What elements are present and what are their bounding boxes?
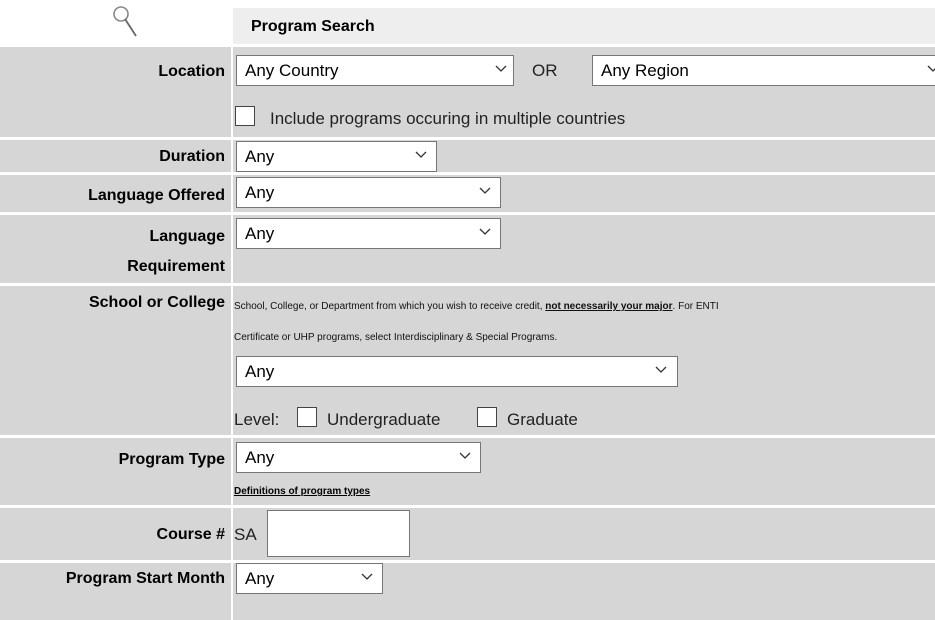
school-help-part1: School, College, or Department from whic… (234, 301, 546, 312)
magnifier-icon (113, 6, 137, 37)
chevron-down-icon (479, 187, 491, 194)
start-month-label-cell: Program Start Month (0, 563, 231, 620)
duration-label-cell: Duration (0, 140, 231, 172)
language-offered-select-value: Any (245, 183, 275, 202)
chevron-down-icon (459, 452, 471, 459)
program-type-select-value: Any (245, 448, 275, 467)
school-help-bold: not necessarily your major (545, 301, 673, 312)
chevron-down-icon (927, 65, 935, 72)
language-offered-field-cell: Any (233, 175, 935, 212)
school-help-part2: . For ENTI (672, 301, 719, 312)
language-offered-label-cell: Language Offered (0, 175, 231, 212)
start-month-field-cell: Any (233, 563, 935, 620)
multi-country-checkbox[interactable] (235, 106, 255, 126)
course-label-cell: Course # (0, 508, 231, 560)
location-field-cell: Any Country OR Any Region Include progra… (233, 47, 935, 137)
chevron-down-icon (495, 65, 507, 72)
school-label: School or College (88, 294, 225, 311)
program-type-label: Program Type (118, 451, 225, 468)
location-label: Location (158, 63, 225, 80)
language-requirement-select-value: Any (245, 224, 275, 243)
location-label-cell: Location (0, 47, 231, 137)
course-number-input[interactable] (267, 510, 410, 557)
chevron-down-icon (479, 228, 491, 235)
language-requirement-label-line2: Requirement (127, 258, 225, 275)
school-select-value: Any (245, 362, 275, 381)
language-requirement-label-cell: Language Requirement (0, 215, 231, 283)
duration-select[interactable]: Any (236, 141, 437, 172)
region-select-value: Any Region (601, 61, 689, 80)
chevron-down-icon (655, 366, 667, 373)
header-bar: Program Search (233, 8, 935, 44)
duration-select-value: Any (245, 147, 275, 166)
start-month-select-value: Any (245, 569, 275, 588)
country-select[interactable]: Any Country (236, 55, 514, 86)
undergraduate-label: Undergraduate (327, 410, 441, 429)
region-select[interactable]: Any Region (592, 55, 935, 86)
page-title: Program Search (251, 18, 375, 35)
school-select[interactable]: Any (236, 356, 678, 387)
program-types-definitions-link[interactable]: Definitions of program types (234, 485, 370, 499)
chevron-down-icon (361, 573, 373, 580)
duration-field-cell: Any (233, 140, 935, 172)
school-field-cell: School, College, or Department from whic… (233, 286, 935, 435)
multi-country-label: Include programs occuring in multiple co… (270, 109, 626, 128)
course-prefix: SA (234, 525, 257, 544)
language-offered-select[interactable]: Any (236, 177, 501, 208)
course-label: Course # (156, 526, 225, 543)
program-type-field-cell: Any Definitions of program types (233, 438, 935, 505)
or-text: OR (532, 61, 558, 80)
chevron-down-icon (415, 151, 427, 158)
school-label-cell: School or College (0, 286, 231, 435)
school-help-line1: School, College, or Department from whic… (234, 300, 719, 314)
duration-label: Duration (159, 148, 225, 165)
country-select-value: Any Country (245, 61, 339, 80)
start-month-label: Program Start Month (65, 570, 225, 587)
school-help-line2: Certificate or UHP programs, select Inte… (234, 332, 558, 343)
undergraduate-checkbox[interactable] (297, 407, 317, 427)
start-month-select[interactable]: Any (236, 563, 383, 594)
level-label: Level: (234, 410, 280, 429)
program-type-label-cell: Program Type (0, 438, 231, 505)
language-requirement-field-cell: Any (233, 215, 935, 283)
language-offered-label: Language Offered (88, 187, 225, 204)
course-field-cell: SA (233, 508, 935, 560)
program-type-select[interactable]: Any (236, 442, 481, 473)
language-requirement-select[interactable]: Any (236, 218, 501, 249)
graduate-checkbox[interactable] (477, 407, 497, 427)
language-requirement-label-line1: Language (149, 228, 225, 245)
search-icon-area (0, 0, 231, 44)
graduate-label: Graduate (507, 410, 578, 429)
